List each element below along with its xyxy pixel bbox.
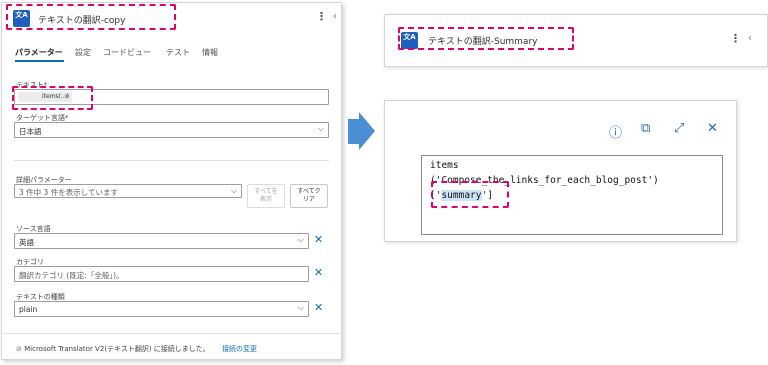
- text-type-value: plain: [19, 305, 38, 314]
- remove-source-language-icon[interactable]: ✕: [314, 233, 323, 246]
- expand-icon[interactable]: ⤢: [674, 121, 684, 136]
- clipboard-icon[interactable]: ⧉: [641, 121, 650, 136]
- tab-code-view[interactable]: コードビュー: [103, 47, 151, 58]
- more-options-icon[interactable]: ⋮: [316, 10, 327, 23]
- clear-all-button[interactable]: すべてク リア: [290, 184, 328, 208]
- chevron-down-icon: ⌵: [230, 186, 237, 195]
- code-line-1: items: [430, 160, 459, 171]
- info-icon[interactable]: ⓘ: [609, 122, 622, 141]
- target-language-select[interactable]: 日本語 ⌵: [14, 122, 329, 138]
- divider: [14, 160, 329, 161]
- category-input[interactable]: 翻訳カテゴリ (既定:「全般」)。: [14, 266, 309, 282]
- tab-info[interactable]: 情報: [202, 47, 218, 58]
- chevron-down-icon: ⌵: [297, 235, 304, 244]
- highlight-summary-title-box: [398, 27, 574, 50]
- tab-settings[interactable]: 設定: [75, 47, 91, 58]
- highlight-title-box: [6, 4, 176, 30]
- source-language-select[interactable]: 英語 ⌵: [14, 233, 309, 249]
- tab-parameters[interactable]: パラメーター: [15, 47, 63, 58]
- target-language-value: 日本語: [19, 127, 42, 136]
- more-options-icon[interactable]: ⋮: [730, 32, 741, 45]
- link-icon: ⊘: [16, 345, 22, 353]
- remove-text-type-icon[interactable]: ✕: [314, 301, 323, 314]
- chevron-down-icon: ⌵: [317, 124, 324, 133]
- highlight-summary-key-box: [431, 181, 509, 208]
- collapse-icon[interactable]: ‹: [748, 33, 752, 44]
- show-all-button[interactable]: すべてを 表示: [247, 184, 285, 208]
- advanced-params-summary: 3 件中 3 件を表示しています: [19, 188, 118, 197]
- tab-test[interactable]: テスト: [166, 47, 190, 58]
- text-type-select[interactable]: plain ⌵: [14, 301, 309, 317]
- remove-category-icon[interactable]: ✕: [314, 266, 323, 279]
- highlight-token-box: [12, 86, 93, 110]
- active-tab-indicator: [15, 60, 64, 62]
- advanced-params-select[interactable]: 3 件中 3 件を表示しています ⌵: [14, 184, 242, 198]
- collapse-icon[interactable]: ‹: [333, 11, 337, 22]
- connection-footer: ⊘ Microsoft Translator V2(テキスト翻訳) に接続しまし…: [16, 344, 257, 354]
- footer-divider: [1, 333, 342, 334]
- connection-status: Microsoft Translator V2(テキスト翻訳) に接続しました。: [24, 345, 210, 353]
- arrow-right-icon: [359, 112, 375, 150]
- chevron-down-icon: ⌵: [297, 303, 304, 312]
- source-language-value: 英語: [19, 238, 34, 247]
- close-icon[interactable]: ✕: [707, 121, 718, 136]
- category-placeholder: 翻訳カテゴリ (既定:「全般」)。: [19, 271, 124, 280]
- change-connection-link[interactable]: 接続の変更: [222, 345, 257, 353]
